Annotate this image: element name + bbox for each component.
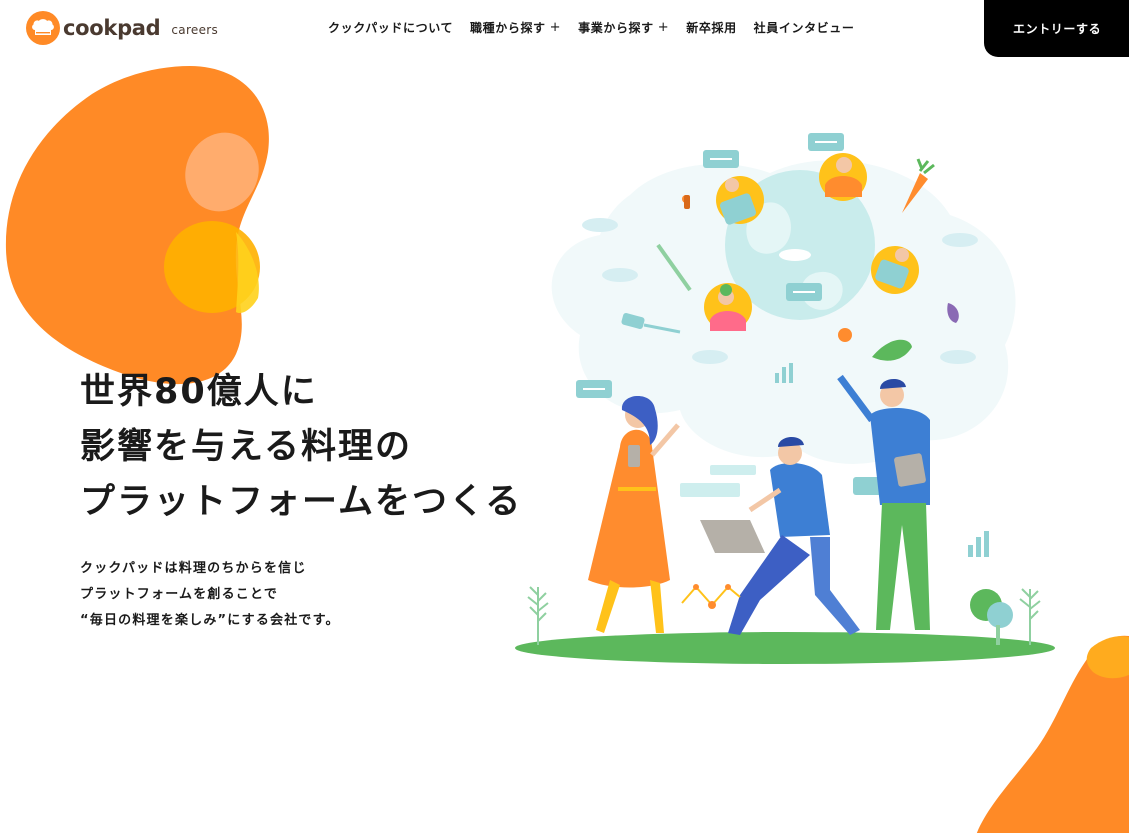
lead-line: “毎日の料理を楽しみ”にする会社です。 xyxy=(80,613,340,628)
lead-line: プラットフォームを創ることで xyxy=(80,587,279,602)
logo-wordmark: cookpad xyxy=(63,16,161,40)
page: cookpad careers クックパッドについて 職種から探す + 事業から… xyxy=(0,0,1129,833)
cookpad-logo[interactable]: cookpad careers xyxy=(26,11,218,45)
chef-hat-logo-icon xyxy=(26,11,60,45)
hero-lead-text: クックパッドは料理のちからを信じ プラットフォームを創ることで “毎日の料理を楽… xyxy=(80,556,340,634)
hero-headline: 世界80億人に 影響を与える料理の プラットフォームをつくる xyxy=(80,365,522,530)
nav-item-label: クックパッドについて xyxy=(328,21,454,35)
plus-icon: + xyxy=(657,20,670,35)
site-header: cookpad careers クックパッドについて 職種から探す + 事業から… xyxy=(0,0,1129,58)
hero-line: 世界80億人に xyxy=(80,372,318,412)
nav-item-jobs[interactable]: 職種から探す + xyxy=(470,19,561,36)
nav-item-label: 職種から探す xyxy=(470,21,546,35)
nav-item-business[interactable]: 事業から探す + xyxy=(578,19,669,36)
orange-blob-decoration xyxy=(5,66,269,385)
plus-icon: + xyxy=(549,20,562,35)
nav-item-about[interactable]: クックパッドについて xyxy=(328,19,453,36)
nav-item-label: 事業から探す xyxy=(578,21,654,35)
hero-line: プラットフォームをつくる xyxy=(80,482,523,522)
nav-item-label: 社員インタビュー xyxy=(753,21,855,35)
nav-item-new-grad[interactable]: 新卒採用 xyxy=(686,19,736,36)
logo-subtitle: careers xyxy=(171,23,219,37)
lead-line: クックパッドは料理のちからを信じ xyxy=(80,561,307,576)
nav-item-label: 新卒採用 xyxy=(686,21,737,35)
people-cooking-platform-illustration xyxy=(515,133,1055,664)
nav-item-interviews[interactable]: 社員インタビュー xyxy=(754,19,855,36)
global-nav: クックパッドについて 職種から探す + 事業から探す + 新卒採用 社員インタビ… xyxy=(328,19,871,36)
hero-line: 影響を与える料理の xyxy=(80,427,412,467)
entry-button[interactable]: エントリーする xyxy=(984,0,1129,57)
